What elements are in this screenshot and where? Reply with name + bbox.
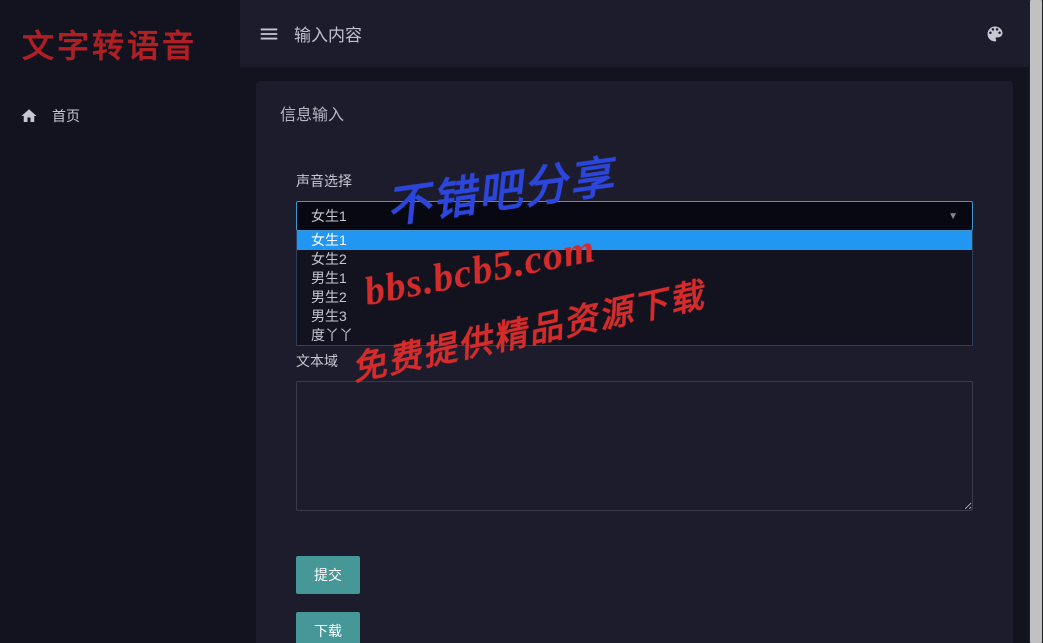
voice-option[interactable]: 男生2 <box>297 288 972 307</box>
sidebar-item-home[interactable]: 首页 <box>0 94 240 138</box>
voice-option[interactable]: 度丫丫 <box>297 326 972 345</box>
voice-option[interactable]: 女生1 <box>297 231 972 250</box>
voice-option[interactable]: 男生3 <box>297 307 972 326</box>
download-button[interactable]: 下载 <box>296 612 360 643</box>
topbar: 输入内容 <box>240 0 1029 67</box>
home-icon <box>20 107 38 125</box>
scrollbar-thumb[interactable] <box>1030 0 1042 643</box>
sidebar-item-label: 首页 <box>52 106 80 126</box>
textarea-group: 文本域 <box>296 351 973 516</box>
voice-select-value: 女生1 <box>311 206 347 226</box>
voice-select-label: 声音选择 <box>296 171 973 191</box>
theme-palette-icon[interactable] <box>985 24 1005 44</box>
textarea-label: 文本域 <box>296 351 973 371</box>
menu-toggle-icon[interactable] <box>258 23 280 45</box>
voice-select[interactable]: 女生1 ▼ <box>296 201 973 231</box>
voice-select-group: 声音选择 女生1 ▼ 女生1 女生2 男生1 男生2 男生3 <box>296 171 973 231</box>
sidebar: 文字转语音 首页 <box>0 0 240 643</box>
main-area: 输入内容 信息输入 声音选择 女生1 ▼ <box>240 0 1029 643</box>
text-content-input[interactable] <box>296 381 973 511</box>
window-scrollbar[interactable] <box>1029 0 1043 643</box>
content-area: 信息输入 声音选择 女生1 ▼ 女生1 女生2 男生1 <box>240 67 1029 643</box>
submit-button[interactable]: 提交 <box>296 556 360 594</box>
chevron-down-icon: ▼ <box>948 211 958 222</box>
voice-option[interactable]: 女生2 <box>297 250 972 269</box>
page-title: 输入内容 <box>294 21 362 46</box>
voice-option[interactable]: 男生1 <box>297 269 972 288</box>
voice-dropdown: 女生1 女生2 男生1 男生2 男生3 度丫丫 <box>296 231 973 346</box>
card-title: 信息输入 <box>256 81 1013 143</box>
form-card: 信息输入 声音选择 女生1 ▼ 女生1 女生2 男生1 <box>256 81 1013 643</box>
app-logo: 文字转语音 <box>0 0 240 94</box>
